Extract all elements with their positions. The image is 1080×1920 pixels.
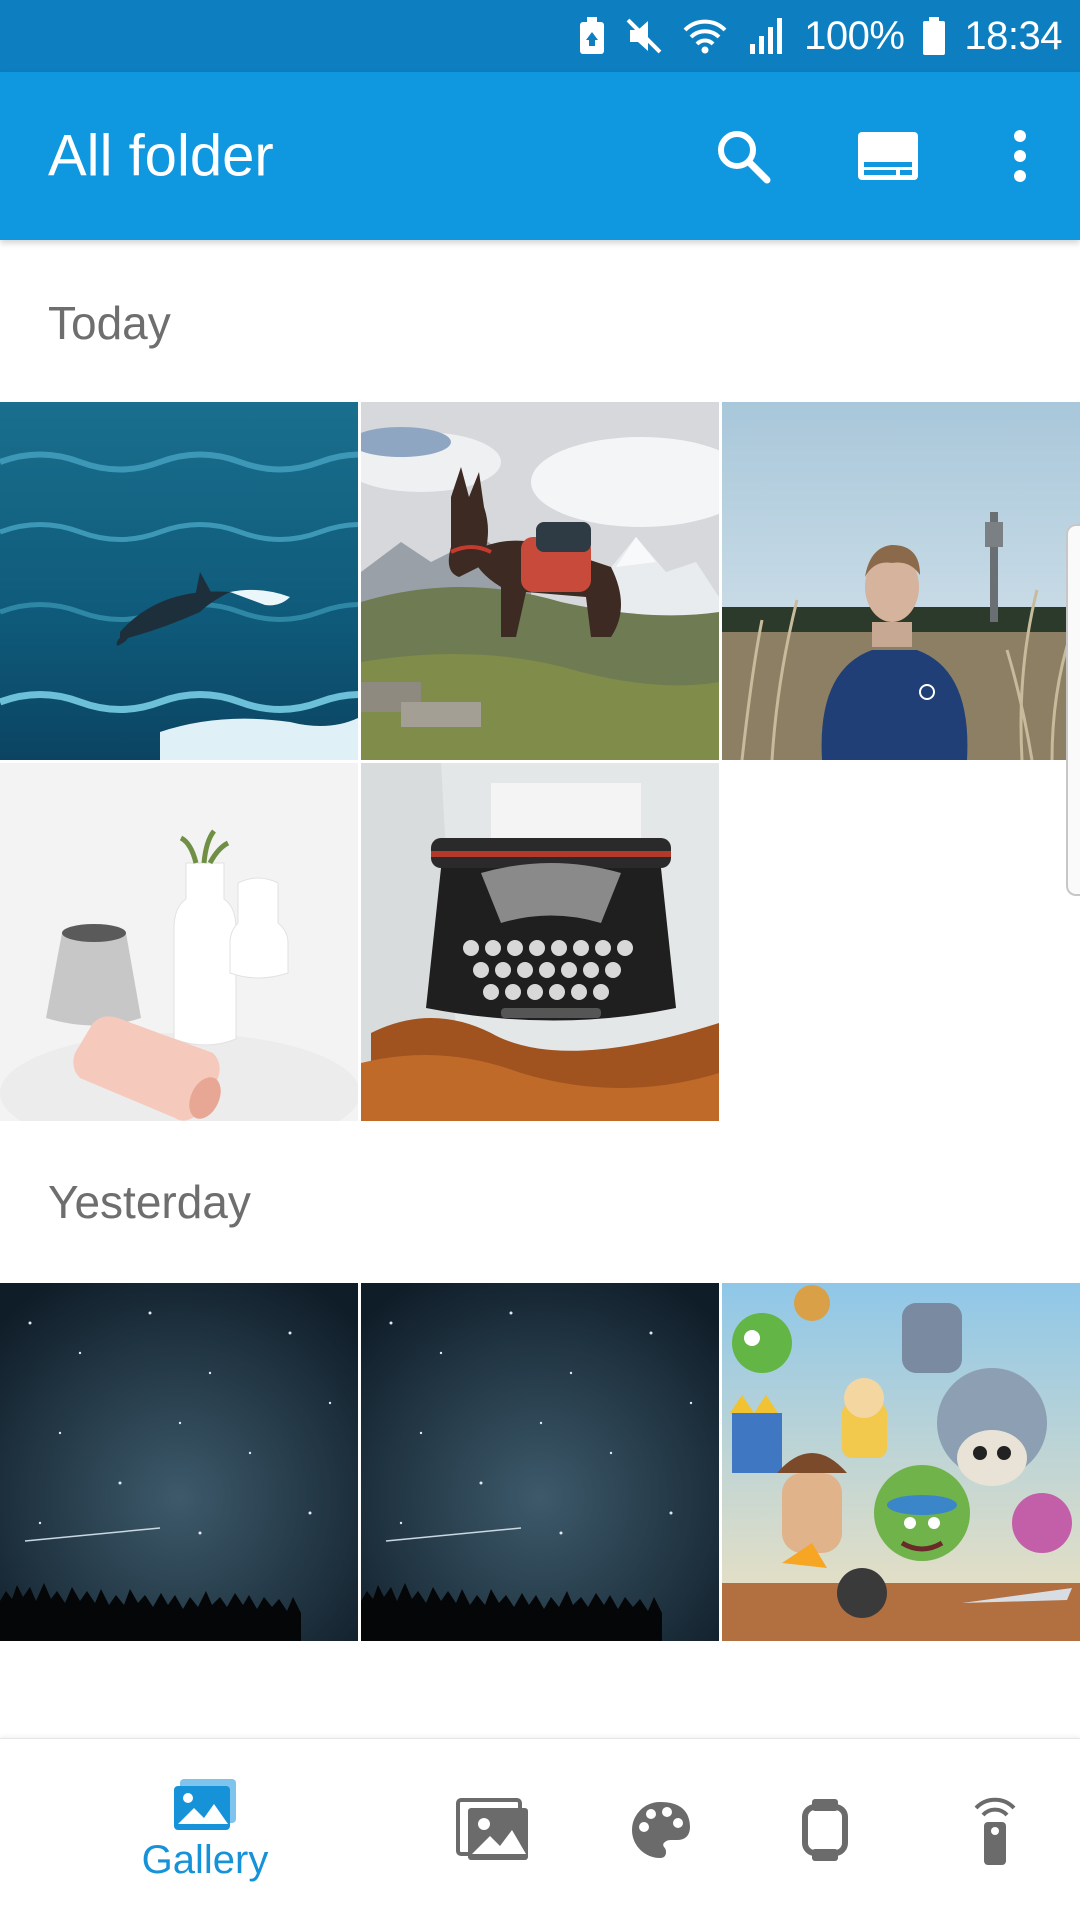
search-icon bbox=[718, 131, 771, 184]
photo-thumbnail-dolphin[interactable] bbox=[0, 402, 358, 760]
battery-saver-icon bbox=[578, 16, 606, 56]
slideshow-button[interactable] bbox=[840, 108, 936, 204]
mute-icon bbox=[624, 16, 664, 56]
page-title: All folder bbox=[48, 123, 274, 189]
palette-icon bbox=[632, 1802, 690, 1858]
bottom-navigation: Gallery bbox=[0, 1738, 1080, 1920]
photo-thumbnail-man[interactable] bbox=[722, 402, 1080, 760]
photo-thumbnail-starry-night-copy[interactable] bbox=[361, 1283, 719, 1641]
search-button[interactable] bbox=[695, 108, 791, 204]
more-vert-icon bbox=[1014, 130, 1026, 182]
section-title-today: Today bbox=[48, 297, 171, 349]
photo-thumbnail-vases[interactable] bbox=[0, 763, 358, 1121]
remote-icon bbox=[974, 1797, 1016, 1865]
photo-thumbnail-mule[interactable] bbox=[361, 402, 719, 760]
section-title-yesterday: Yesterday bbox=[48, 1176, 251, 1228]
photo-thumbnail-typewriter[interactable] bbox=[361, 763, 719, 1121]
app-bar: All folder bbox=[0, 72, 1080, 240]
battery-icon bbox=[922, 16, 946, 56]
nav-item-gallery[interactable]: Gallery bbox=[100, 1739, 310, 1920]
gallery-icon bbox=[174, 1778, 236, 1830]
fast-scroll-handle[interactable] bbox=[1066, 524, 1080, 896]
nav-label-gallery: Gallery bbox=[141, 1837, 269, 1882]
nav-item-watch[interactable] bbox=[770, 1739, 880, 1920]
watch-icon bbox=[802, 1799, 848, 1861]
signal-icon bbox=[746, 16, 786, 56]
nav-item-themes[interactable] bbox=[605, 1739, 715, 1920]
more-options-button[interactable] bbox=[972, 108, 1068, 204]
battery-percent: 100% bbox=[804, 13, 905, 58]
photo-thumbnail-starry-night[interactable] bbox=[0, 1283, 358, 1641]
status-bar: 100% 18:34 bbox=[0, 0, 1080, 72]
nav-item-photos[interactable] bbox=[430, 1739, 555, 1920]
wifi-icon bbox=[682, 16, 728, 56]
clock: 18:34 bbox=[964, 13, 1062, 58]
nav-item-remote[interactable] bbox=[940, 1739, 1050, 1920]
slideshow-icon bbox=[858, 132, 918, 180]
photo-thumbnail-game-art[interactable] bbox=[722, 1283, 1080, 1641]
photos-icon bbox=[455, 1798, 528, 1860]
